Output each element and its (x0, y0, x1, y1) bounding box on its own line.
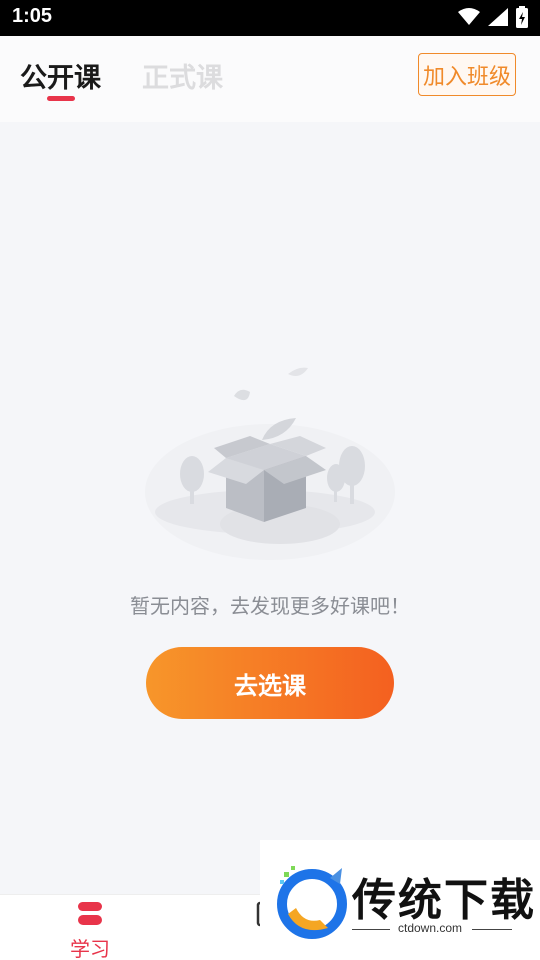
empty-box-illustration (145, 367, 395, 560)
wifi-icon (458, 8, 480, 25)
empty-state-message: 暂无内容，去发现更多好课吧！ (130, 594, 410, 618)
status-time: 1:05 (12, 5, 53, 27)
ctdown-logo-icon (277, 866, 347, 939)
watermark: 传统下载 ctdown.com (260, 840, 540, 960)
tab-formal-course[interactable]: 正式课 (142, 56, 223, 95)
main-content: 暂无内容，去发现更多好课吧！ 去选课 (0, 122, 540, 894)
select-course-button[interactable]: 去选课 (146, 647, 394, 719)
watermark-line-right (472, 929, 512, 930)
watermark-title: 传统下载 (352, 875, 536, 926)
join-class-button[interactable]: 加入班级 (418, 53, 516, 96)
header: 公开课 正式课 加入班级 (0, 36, 540, 122)
study-icon (78, 902, 102, 925)
nav-label-study: 学习 (70, 937, 110, 960)
signal-icon (488, 8, 508, 26)
watermark-url: ctdown.com (397, 921, 463, 935)
status-icons (458, 6, 528, 28)
tab-public-course[interactable]: 公开课 (20, 56, 101, 95)
nav-item-study[interactable]: 学习 (0, 895, 180, 960)
watermark-line-left (352, 929, 390, 930)
tab-indicator (47, 96, 75, 101)
battery-icon (516, 6, 528, 28)
status-bar: 1:05 (0, 0, 540, 36)
